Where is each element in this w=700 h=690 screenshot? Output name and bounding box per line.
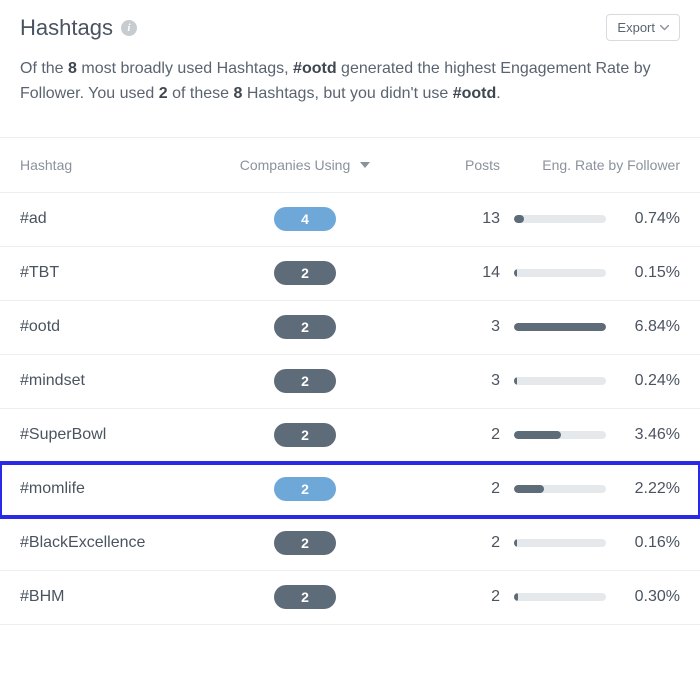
engagement-bar bbox=[514, 377, 606, 385]
table-row[interactable]: #mindset 2 3 0.24% bbox=[0, 355, 700, 409]
table-header: Hashtag Companies Using Posts Eng. Rate … bbox=[0, 137, 700, 193]
companies-pill: 2 bbox=[274, 369, 336, 393]
table-row[interactable]: #BlackExcellence 2 2 0.16% bbox=[0, 517, 700, 571]
engagement-cell: 0.30% bbox=[500, 588, 680, 606]
engagement-cell: 0.15% bbox=[500, 264, 680, 282]
engagement-bar bbox=[514, 269, 606, 277]
companies-cell: 2 bbox=[220, 531, 390, 555]
companies-pill: 2 bbox=[274, 477, 336, 501]
posts-cell: 14 bbox=[390, 264, 500, 282]
engagement-cell: 0.74% bbox=[500, 210, 680, 228]
hashtag-cell: #ootd bbox=[20, 318, 220, 336]
hashtag-cell: #ad bbox=[20, 210, 220, 228]
hashtag-table: Hashtag Companies Using Posts Eng. Rate … bbox=[0, 137, 700, 625]
companies-pill: 4 bbox=[274, 207, 336, 231]
table-row[interactable]: #ootd 2 3 6.84% bbox=[0, 301, 700, 355]
engagement-bar bbox=[514, 593, 606, 601]
engagement-cell: 0.24% bbox=[500, 372, 680, 390]
companies-cell: 2 bbox=[220, 315, 390, 339]
table-row[interactable]: #TBT 2 14 0.15% bbox=[0, 247, 700, 301]
col-posts[interactable]: Posts bbox=[390, 157, 500, 173]
hashtag-cell: #momlife bbox=[20, 480, 220, 498]
companies-cell: 2 bbox=[220, 369, 390, 393]
companies-cell: 2 bbox=[220, 477, 390, 501]
engagement-bar bbox=[514, 539, 606, 547]
hashtag-cell: #BHM bbox=[20, 588, 220, 606]
companies-pill: 2 bbox=[274, 531, 336, 555]
posts-cell: 2 bbox=[390, 534, 500, 552]
engagement-value: 0.15% bbox=[620, 264, 680, 282]
companies-pill: 2 bbox=[274, 423, 336, 447]
summary-text: Of the 8 most broadly used Hashtags, #oo… bbox=[0, 51, 700, 137]
engagement-cell: 6.84% bbox=[500, 318, 680, 336]
table-row[interactable]: #momlife 2 2 2.22% bbox=[0, 463, 700, 517]
posts-cell: 2 bbox=[390, 480, 500, 498]
hashtag-cell: #BlackExcellence bbox=[20, 534, 220, 552]
companies-pill: 2 bbox=[274, 315, 336, 339]
hashtag-cell: #TBT bbox=[20, 264, 220, 282]
page-title: Hashtags bbox=[20, 15, 113, 41]
companies-cell: 2 bbox=[220, 423, 390, 447]
engagement-cell: 2.22% bbox=[500, 480, 680, 498]
posts-cell: 2 bbox=[390, 426, 500, 444]
companies-cell: 2 bbox=[220, 585, 390, 609]
export-label: Export bbox=[617, 20, 655, 35]
info-icon[interactable]: i bbox=[121, 20, 137, 36]
table-row[interactable]: #ad 4 13 0.74% bbox=[0, 193, 700, 247]
engagement-value: 2.22% bbox=[620, 480, 680, 498]
engagement-value: 0.16% bbox=[620, 534, 680, 552]
posts-cell: 3 bbox=[390, 318, 500, 336]
engagement-value: 0.30% bbox=[620, 588, 680, 606]
companies-cell: 4 bbox=[220, 207, 390, 231]
engagement-value: 0.74% bbox=[620, 210, 680, 228]
export-button[interactable]: Export bbox=[606, 14, 680, 41]
engagement-bar bbox=[514, 215, 606, 223]
engagement-cell: 3.46% bbox=[500, 426, 680, 444]
table-row[interactable]: #BHM 2 2 0.30% bbox=[0, 571, 700, 625]
col-engagement[interactable]: Eng. Rate by Follower bbox=[500, 157, 680, 173]
col-companies[interactable]: Companies Using bbox=[220, 157, 390, 173]
posts-cell: 2 bbox=[390, 588, 500, 606]
sort-caret-icon bbox=[360, 162, 370, 168]
engagement-bar bbox=[514, 323, 606, 331]
chevron-down-icon bbox=[660, 25, 669, 31]
engagement-bar bbox=[514, 485, 606, 493]
table-row[interactable]: #SuperBowl 2 2 3.46% bbox=[0, 409, 700, 463]
companies-pill: 2 bbox=[274, 585, 336, 609]
posts-cell: 3 bbox=[390, 372, 500, 390]
engagement-value: 3.46% bbox=[620, 426, 680, 444]
companies-cell: 2 bbox=[220, 261, 390, 285]
hashtag-cell: #mindset bbox=[20, 372, 220, 390]
col-hashtag[interactable]: Hashtag bbox=[20, 157, 220, 173]
companies-pill: 2 bbox=[274, 261, 336, 285]
engagement-cell: 0.16% bbox=[500, 534, 680, 552]
engagement-value: 0.24% bbox=[620, 372, 680, 390]
posts-cell: 13 bbox=[390, 210, 500, 228]
engagement-bar bbox=[514, 431, 606, 439]
engagement-value: 6.84% bbox=[620, 318, 680, 336]
hashtag-cell: #SuperBowl bbox=[20, 426, 220, 444]
